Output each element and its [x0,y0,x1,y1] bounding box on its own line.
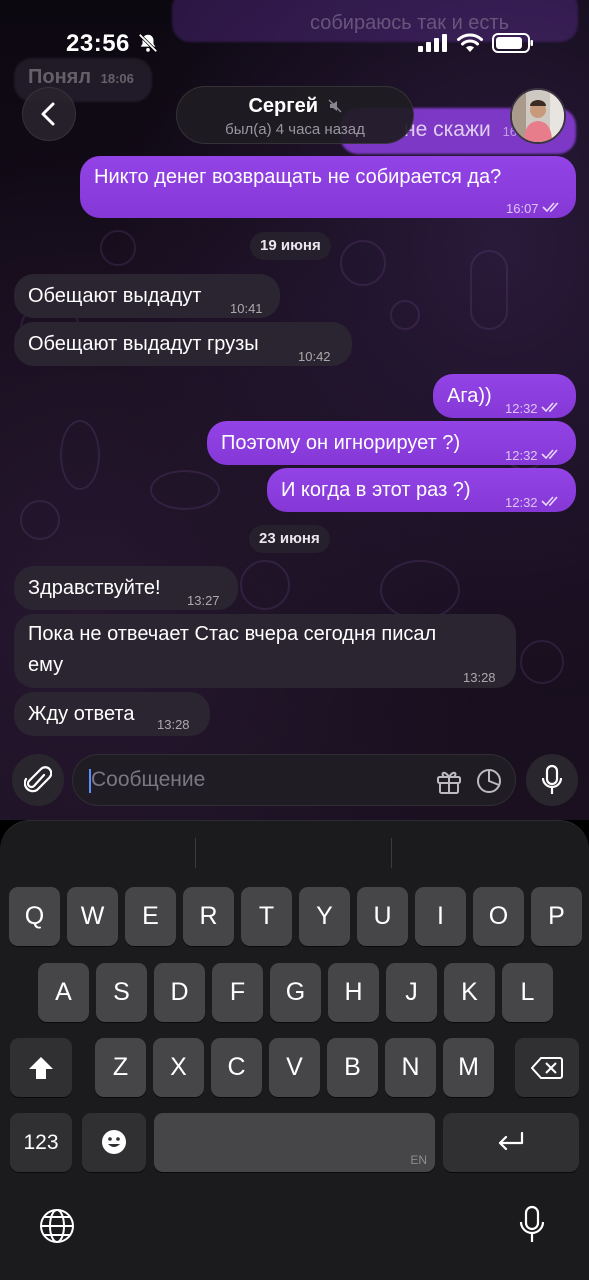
key-z[interactable]: Z [95,1038,146,1097]
incoming-message[interactable]: Жду ответа 13:28 [14,692,210,736]
read-checks-icon [540,402,558,413]
suggestion-divider [391,838,392,868]
key-a[interactable]: A [38,963,89,1022]
back-button[interactable] [22,87,76,141]
key-s[interactable]: S [96,963,147,1022]
key-e[interactable]: E [125,887,176,946]
last-seen-status: был(а) 4 часа назад [225,121,365,138]
dictation-icon[interactable] [518,1205,546,1245]
key-x[interactable]: X [153,1038,204,1097]
voice-message-button[interactable] [526,754,578,806]
message-text: Жду ответа [28,703,135,725]
message-text: И когда в этот раз ?) [281,479,471,501]
message-placeholder: Сообщение [91,768,206,791]
keyboard-language-label: EN [410,1153,427,1167]
message-text: Обещают выдадут грузы [28,333,259,355]
message-time: 12:32 [505,489,561,517]
key-q[interactable]: Q [9,887,60,946]
key-r[interactable]: R [183,887,234,946]
sticker-icon[interactable] [475,767,503,795]
key-b[interactable]: B [327,1038,378,1097]
message-time: 10:41 [230,301,263,316]
key-c[interactable]: C [211,1038,262,1097]
key-d[interactable]: D [154,963,205,1022]
message-time: 12:32 [505,442,561,470]
key-w[interactable]: W [67,887,118,946]
shift-icon [29,1057,53,1079]
message-time: 13:28 [463,670,496,685]
key-l[interactable]: L [502,963,553,1022]
message-text: Ага)) [447,385,492,407]
message-input[interactable]: Сообщение [72,754,516,806]
message-text: Обещают выдадут [28,285,202,307]
key-h[interactable]: H [328,963,379,1022]
bell-slash-icon [138,33,158,53]
key-y[interactable]: Y [299,887,350,946]
key-f[interactable]: F [212,963,263,1022]
key-k[interactable]: K [444,963,495,1022]
message-time: 13:27 [187,593,220,608]
key-j[interactable]: J [386,963,437,1022]
message-text-line-1: Пока не отвечает Стас вчера сегодня писа… [28,623,437,645]
status-time: 23:56 [66,30,130,57]
mute-icon [328,99,342,113]
message-text: Поэтому он игнорирует ?) [221,432,461,454]
outgoing-message[interactable]: И когда в этот раз ?) 12:32 [267,468,576,512]
contact-name: Сергей [177,95,413,118]
backspace-key[interactable] [515,1038,579,1097]
back-chevron-icon [41,102,55,126]
gift-icon[interactable] [435,767,463,795]
message-time: 10:42 [298,349,331,364]
incoming-message[interactable]: Обещают выдадут 10:41 [14,274,280,318]
key-g[interactable]: G [270,963,321,1022]
key-i[interactable]: I [415,887,466,946]
backspace-icon [530,1057,563,1079]
avatar-photo [512,90,564,142]
message-time: 13:28 [157,717,190,732]
shift-key[interactable] [10,1038,72,1097]
emoji-icon [102,1130,126,1154]
message-time: 12:32 [505,395,561,423]
date-separator: 23 июня [249,525,330,553]
chat-title[interactable]: Сергей был(а) 4 часа назад [176,86,414,144]
key-p[interactable]: P [531,887,582,946]
message-text-line-2: ему [28,654,64,676]
incoming-message[interactable]: Пока не отвечает Стас вчера сегодня писа… [14,614,516,688]
key-t[interactable]: T [241,887,292,946]
message-text: Никто денег возвращать не собирается да? [94,166,502,188]
numbers-key[interactable]: 123 [10,1113,72,1172]
message-text: Здравствуйте! [28,577,161,599]
paperclip-icon [24,766,52,793]
faded-incoming-text: Понял 18:06 [28,66,134,88]
contact-avatar[interactable] [510,88,566,144]
message-time: 16:07 [506,195,562,223]
return-icon [498,1131,524,1151]
outgoing-message[interactable]: Ага)) 12:32 [433,374,576,418]
incoming-message[interactable]: Обещают выдадут грузы 10:42 [14,322,352,366]
outgoing-message[interactable]: Никто денег возвращать не собирается да?… [80,156,576,218]
key-u[interactable]: U [357,887,408,946]
key-v[interactable]: V [269,1038,320,1097]
return-key[interactable] [443,1113,579,1172]
date-separator: 19 июня [250,232,331,260]
incoming-message[interactable]: Здравствуйте! 13:27 [14,566,238,610]
partial-outgoing-text: не скажи 16: [404,118,521,141]
space-key[interactable]: EN [154,1113,435,1172]
key-n[interactable]: N [385,1038,436,1097]
read-checks-icon [541,202,559,213]
read-checks-icon [540,449,558,460]
mic-icon [541,764,563,794]
signal-icon [418,34,447,52]
wifi-icon [457,33,483,52]
outgoing-message[interactable]: Поэтому он игнорирует ?) 12:32 [207,421,576,465]
attach-button[interactable] [12,754,64,806]
suggestion-divider [195,838,196,868]
globe-icon[interactable] [38,1207,76,1245]
read-checks-icon [540,496,558,507]
key-o[interactable]: O [473,887,524,946]
battery-icon [492,33,533,53]
emoji-key[interactable] [82,1113,146,1172]
key-m[interactable]: M [443,1038,494,1097]
